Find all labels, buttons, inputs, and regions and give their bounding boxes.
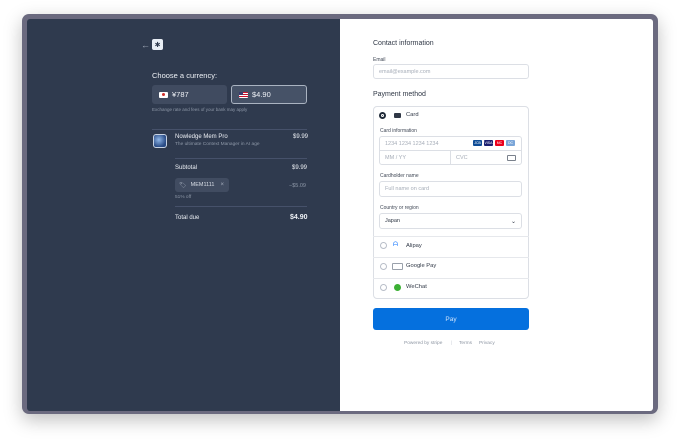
cvc-input[interactable]: CVC [450, 150, 522, 165]
payment-title: Payment method [373, 91, 426, 98]
promo-code: MEM1111 [190, 182, 215, 188]
google-pay-label: Google Pay [406, 263, 437, 269]
subtotal-label: Subtotal [175, 165, 198, 171]
japan-flag-icon [159, 91, 168, 98]
visa-icon: VISA [484, 140, 493, 146]
subtotal-value: $9.99 [292, 165, 308, 171]
alipay-icon: ᗩ [393, 242, 398, 248]
wechat-label: WeChat [406, 284, 427, 290]
card-info-label: Card information [380, 128, 417, 134]
cardholder-label: Cardholder name [380, 173, 419, 179]
currency-option-usd[interactable]: $4.90 [231, 85, 307, 104]
contact-title: Contact information [373, 40, 434, 47]
google-pay-icon [392, 263, 403, 270]
remove-promo-icon[interactable]: × [220, 182, 224, 188]
expiry-input[interactable]: MM / YY [379, 150, 451, 165]
payment-methods-box [373, 106, 529, 299]
product-icon [153, 134, 167, 148]
cvc-placeholder: CVC [456, 154, 468, 161]
total-value: $4.90 [290, 214, 308, 221]
card-radio[interactable] [379, 112, 386, 119]
product-description: The ultimate Context Manager in AI age [175, 142, 260, 147]
alipay-radio[interactable] [380, 242, 387, 249]
jcb-icon: JCB [473, 140, 482, 146]
country-label: Country or region [380, 205, 419, 211]
promo-code-chip: 🏷 MEM1111 × [175, 178, 229, 192]
card-icon [394, 113, 401, 118]
google-pay-radio[interactable] [380, 263, 387, 270]
diners-icon: DC [506, 140, 515, 146]
total-label: Total due [175, 215, 200, 221]
card-option-label: Card [406, 112, 419, 118]
currency-jpy-label: ¥787 [172, 90, 189, 99]
currency-usd-label: $4.90 [252, 90, 271, 99]
app-logo-icon: ✱ [152, 39, 163, 50]
alipay-label: Alipay [406, 243, 422, 249]
discount-value: −$5.09 [289, 183, 306, 189]
footer-separator: | [451, 341, 453, 346]
cvc-card-icon [507, 155, 516, 161]
divider [175, 158, 307, 159]
discount-note: 51% off [175, 195, 192, 200]
pay-button[interactable]: Pay [373, 308, 529, 330]
product-name: Nowledge Mem Pro [175, 134, 228, 140]
choose-currency-label: Choose a currency: [152, 71, 218, 80]
divider [373, 278, 529, 279]
back-arrow-icon[interactable]: ← [141, 40, 150, 50]
privacy-link[interactable]: Privacy [479, 341, 495, 346]
us-flag-icon [239, 91, 248, 98]
powered-by-stripe[interactable]: Powered by stripe [404, 341, 442, 346]
divider [373, 236, 529, 237]
email-input[interactable]: email@example.com [373, 64, 529, 79]
currency-option-jpy[interactable]: ¥787 [152, 85, 227, 104]
divider [152, 129, 307, 130]
exchange-note: Exchange rate and fees of your bank may … [152, 107, 248, 112]
country-select[interactable]: Japan [379, 213, 522, 229]
chevron-down-icon: ⌄ [511, 219, 517, 225]
divider [175, 206, 307, 207]
tag-icon: 🏷 [179, 182, 187, 189]
product-price: $9.99 [293, 134, 309, 140]
wechat-radio[interactable] [380, 284, 387, 291]
cardholder-input[interactable]: Full name on card [379, 181, 522, 197]
wechat-icon [394, 284, 401, 291]
divider [373, 257, 529, 258]
terms-link[interactable]: Terms [459, 341, 472, 346]
card-brand-icons: JCB VISA MC DC [473, 140, 515, 146]
mastercard-icon: MC [495, 140, 504, 146]
email-label: Email [373, 57, 386, 63]
